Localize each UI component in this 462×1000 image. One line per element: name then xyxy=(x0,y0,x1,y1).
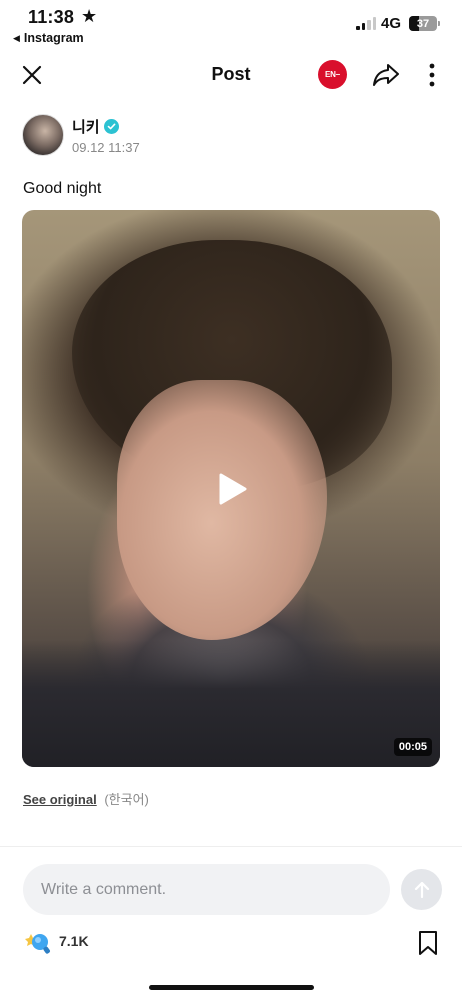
video-duration: 00:05 xyxy=(393,738,432,756)
play-icon[interactable] xyxy=(216,472,248,506)
back-to-instagram-link[interactable]: ◀ Instagram xyxy=(13,31,84,45)
share-button[interactable] xyxy=(372,62,400,88)
author-avatar[interactable] xyxy=(22,114,64,156)
comment-input[interactable] xyxy=(23,864,390,915)
share-icon xyxy=(373,64,399,86)
cellular-signal-icon xyxy=(356,17,376,30)
reaction-count: 7.1K xyxy=(59,933,89,949)
divider xyxy=(0,846,462,847)
more-options-button[interactable] xyxy=(425,62,439,88)
star-icon: ★ xyxy=(81,6,98,26)
enhypen-artist-button[interactable]: EN− xyxy=(318,60,347,89)
bookmark-button[interactable] xyxy=(417,930,439,956)
reaction-emoji-icon xyxy=(25,934,50,954)
post-header: Post EN− xyxy=(0,52,462,96)
battery-level: 37 xyxy=(416,17,430,30)
back-app-label: Instagram xyxy=(23,31,84,45)
post-timestamp: 09.12 11:37 xyxy=(72,140,140,155)
post-caption: Good night xyxy=(23,180,102,197)
verified-badge-icon xyxy=(103,119,119,134)
battery-tip xyxy=(438,21,440,26)
author-name[interactable]: 니키 xyxy=(72,116,100,137)
arrow-up-icon xyxy=(414,881,429,898)
see-original-link[interactable]: See original xyxy=(23,792,97,807)
more-icon xyxy=(429,63,435,87)
reaction-button[interactable]: 7.1K xyxy=(23,927,89,955)
back-triangle-icon: ◀ xyxy=(13,32,20,43)
translation-row: See original (한국어) xyxy=(23,789,149,808)
status-bar: 11:38 ★ ◀ Instagram 4G 37 xyxy=(0,0,462,50)
original-language: (한국어) xyxy=(104,792,149,807)
send-comment-button[interactable] xyxy=(401,869,442,910)
author-name-row: 니키 xyxy=(72,116,119,137)
battery-icon: 37 xyxy=(409,16,437,31)
network-type: 4G xyxy=(381,15,402,32)
bookmark-icon xyxy=(419,931,437,955)
post-video[interactable]: 00:05 xyxy=(22,210,440,767)
home-indicator[interactable] xyxy=(149,985,314,990)
status-time: 11:38 xyxy=(28,7,75,27)
